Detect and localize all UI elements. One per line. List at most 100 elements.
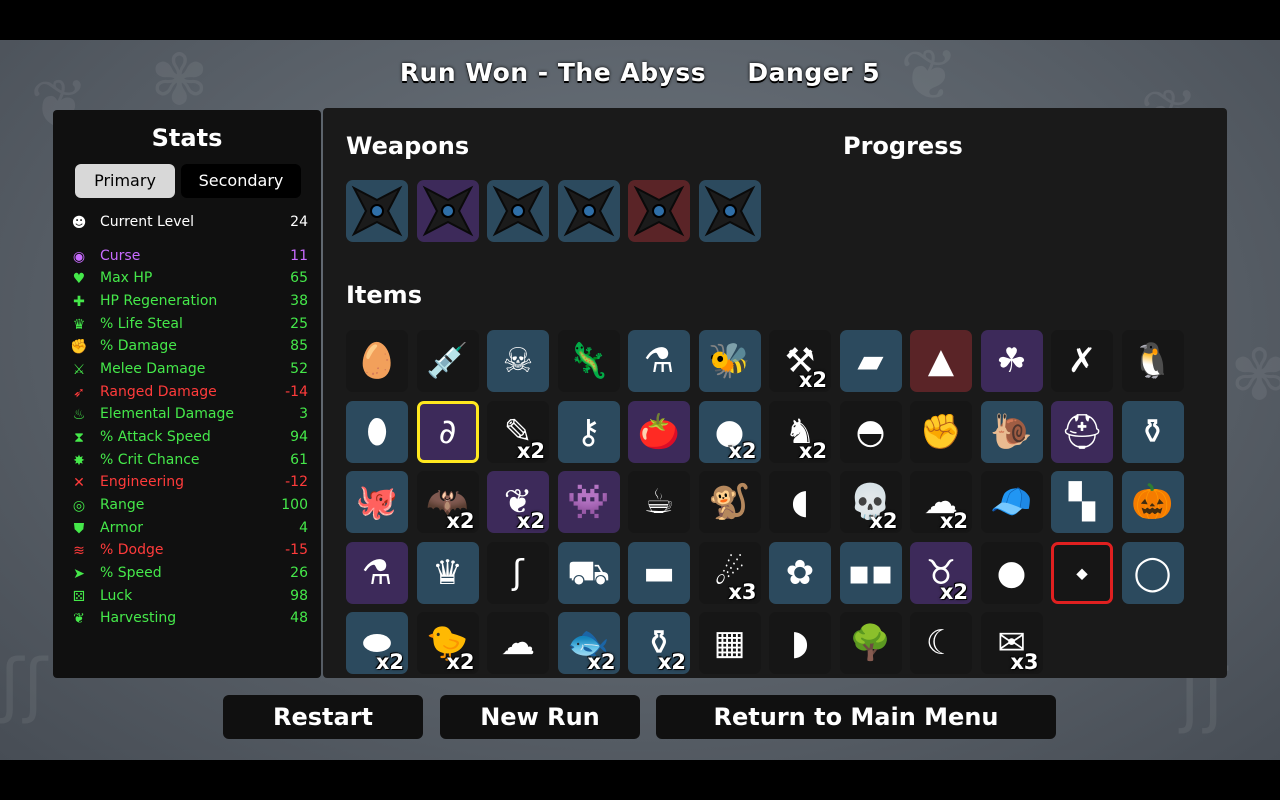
- item-slot[interactable]: 🎃: [1121, 471, 1184, 533]
- item-slot[interactable]: ⚱: [1121, 400, 1184, 463]
- item-slot[interactable]: 🐝: [698, 330, 761, 392]
- item-slot[interactable]: ▪▪: [839, 541, 902, 604]
- item-slot[interactable]: ◯: [1121, 541, 1184, 604]
- shuriken-icon: [699, 180, 761, 242]
- item-slot[interactable]: 🧢: [980, 471, 1043, 533]
- clover-icon: ☘: [996, 341, 1027, 381]
- item-slot[interactable]: ⛟: [557, 541, 620, 604]
- item-slot[interactable]: 💉: [416, 330, 479, 392]
- hp-regen-icon: ✚: [73, 294, 85, 310]
- item-slot[interactable]: 🐤 x2: [416, 612, 479, 674]
- stat-row[interactable]: ⚔ Melee Damage 52: [70, 360, 308, 382]
- weapon-slot[interactable]: [628, 180, 690, 242]
- main-menu-button[interactable]: Return to Main Menu: [656, 695, 1056, 739]
- item-slot[interactable]: ♛: [416, 541, 479, 604]
- item-slot[interactable]: 🐧: [1121, 330, 1184, 392]
- item-slot[interactable]: ʃ: [487, 541, 549, 604]
- shuriken-icon: [346, 180, 408, 242]
- weapon-slot[interactable]: [557, 180, 620, 242]
- item-slot[interactable]: ⚷: [557, 400, 620, 463]
- weapon-slot[interactable]: [487, 180, 549, 242]
- item-slot[interactable]: ☘: [980, 330, 1043, 392]
- item-slot[interactable]: ⚗: [628, 330, 690, 392]
- item-slot[interactable]: ☠: [487, 330, 549, 392]
- tomato-icon: 🍅: [637, 411, 681, 452]
- item-slot[interactable]: 🦎: [557, 330, 620, 392]
- stat-row[interactable]: ✊ % Damage 85: [70, 337, 308, 359]
- item-slot[interactable]: 🐟 x2: [557, 612, 620, 674]
- stat-row[interactable]: ♥ Max HP 65: [70, 269, 308, 291]
- item-slot[interactable]: ✎ x2: [487, 400, 549, 463]
- item-slot[interactable]: ▦: [698, 612, 761, 674]
- bandit-icon: ☠: [502, 341, 534, 381]
- item-slot[interactable]: ▬: [628, 541, 690, 604]
- stat-row[interactable]: ≋ % Dodge -15: [70, 541, 308, 563]
- stat-row[interactable]: ◉ Curse 11: [70, 247, 308, 269]
- item-slot[interactable]: ◓: [839, 400, 902, 463]
- item-slot[interactable]: 💀 x2: [839, 471, 902, 533]
- item-slot[interactable]: ⬩: [1051, 541, 1113, 604]
- item-slot[interactable]: 👾: [557, 471, 620, 533]
- weapon-slot[interactable]: [346, 180, 408, 242]
- item-slot[interactable]: ☁ x2: [910, 471, 972, 533]
- item-slot[interactable]: 🦇 x2: [416, 471, 479, 533]
- stat-row[interactable]: ♨ Elemental Damage 3: [70, 405, 308, 427]
- item-slot[interactable]: ✉ x3: [980, 612, 1043, 674]
- damage-fist-icon: ✊: [70, 339, 88, 355]
- stat-row[interactable]: ◎ Range 100: [70, 496, 308, 518]
- item-slot[interactable]: ☁: [487, 612, 549, 674]
- stat-row[interactable]: ✕ Engineering -12: [70, 473, 308, 495]
- item-slot[interactable]: ✗: [1051, 330, 1113, 392]
- tab-secondary[interactable]: Secondary: [181, 164, 301, 198]
- plaid-shirt-icon: ▦: [713, 623, 746, 663]
- stat-row[interactable]: ➤ % Speed 26: [70, 564, 308, 586]
- stat-row[interactable]: ✚ HP Regeneration 38: [70, 292, 308, 314]
- item-slot[interactable]: ▚: [1051, 471, 1113, 533]
- item-slot[interactable]: 🐙: [346, 471, 408, 533]
- tab-primary[interactable]: Primary: [75, 164, 175, 198]
- item-slot[interactable]: 🌳: [839, 612, 902, 674]
- stat-row[interactable]: ⛊ Armor 4: [70, 519, 308, 541]
- item-slot[interactable]: ☕: [628, 471, 690, 533]
- item-slot[interactable]: ⚱ x2: [628, 612, 690, 674]
- life-steal-icon: ♛: [72, 317, 86, 333]
- item-slot[interactable]: ⚗: [346, 541, 408, 604]
- item-slot[interactable]: ♉ x2: [910, 541, 972, 604]
- item-slot[interactable]: ◗: [769, 612, 831, 674]
- item-slot[interactable]: ✿: [769, 541, 831, 604]
- item-slot[interactable]: 🍅: [628, 400, 690, 463]
- item-slot[interactable]: 🥚: [346, 330, 408, 392]
- item-slot[interactable]: ● x2: [698, 400, 761, 463]
- item-slot[interactable]: 🐌: [980, 400, 1043, 463]
- item-slot[interactable]: ∂: [416, 400, 479, 463]
- stat-row[interactable]: ♛ % Life Steal 25: [70, 315, 308, 337]
- item-slot[interactable]: ⬬ x2: [346, 612, 408, 674]
- item-slot[interactable]: ●: [980, 541, 1043, 604]
- weapon-slot[interactable]: [698, 180, 761, 242]
- stat-row[interactable]: ☻ Current Level 24: [70, 213, 308, 235]
- weapon-slot[interactable]: [416, 180, 479, 242]
- item-slot[interactable]: 🐒: [698, 471, 761, 533]
- new-run-button[interactable]: New Run: [440, 695, 640, 739]
- item-slot[interactable]: ▰: [839, 330, 902, 392]
- poop-bag-icon: ●: [996, 552, 1027, 593]
- item-slot[interactable]: ◖: [769, 471, 831, 533]
- item-slot[interactable]: ☄ x3: [698, 541, 761, 604]
- stat-row[interactable]: ➶ Ranged Damage -14: [70, 383, 308, 405]
- stat-row[interactable]: ⧗ % Attack Speed 94: [70, 428, 308, 450]
- run-summary-panel: Weapons Progress Items 🥚 💉 ☠ 🦎 ⚗ 🐝 ⚒ x2 ▰ ▲ ☘ ✗ 🐧 ⬮ ∂ ✎…: [323, 108, 1227, 678]
- item-slot[interactable]: ✊: [910, 400, 972, 463]
- restart-button[interactable]: Restart: [223, 695, 423, 739]
- stat-value: 94: [290, 429, 308, 445]
- item-slot[interactable]: ⚒ x2: [769, 330, 831, 392]
- item-slot[interactable]: ♞ x2: [769, 400, 831, 463]
- item-slot[interactable]: ⛑: [1051, 400, 1113, 463]
- item-slot[interactable]: ▲: [910, 330, 972, 392]
- item-slot[interactable]: ☾: [910, 612, 972, 674]
- item-slot[interactable]: ❦ x2: [487, 471, 549, 533]
- knight-helmet-icon: ⛑: [1060, 411, 1104, 452]
- item-slot[interactable]: ⬮: [346, 400, 408, 463]
- stat-row[interactable]: ✸ % Crit Chance 61: [70, 451, 308, 473]
- stat-row[interactable]: ⚄ Luck 98: [70, 587, 308, 609]
- stat-row[interactable]: ❦ Harvesting 48: [70, 609, 308, 631]
